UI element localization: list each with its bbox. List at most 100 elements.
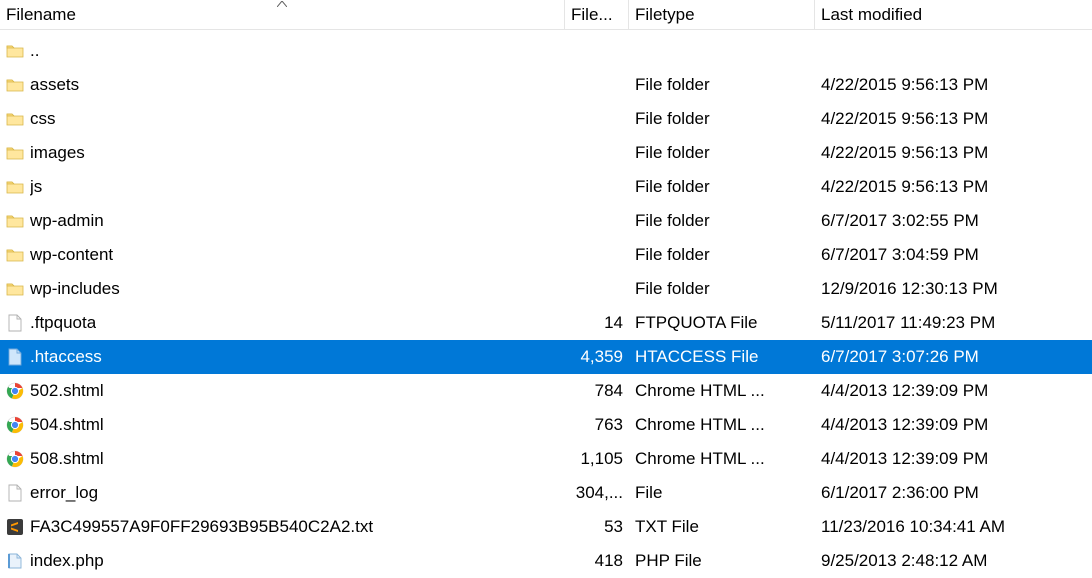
cell-last-modified: 6/7/2017 3:07:26 PM — [815, 340, 1077, 374]
last-modified-text: 6/7/2017 3:02:55 PM — [821, 211, 979, 231]
cell-filename: FA3C499557A9F0FF29693B95B540C2A2.txt — [0, 510, 565, 544]
cell-filesize: 784 — [565, 374, 629, 408]
cell-filetype: File folder — [629, 102, 815, 136]
last-modified-text: 4/22/2015 9:56:13 PM — [821, 177, 988, 197]
filetype-text: Chrome HTML ... — [635, 449, 765, 469]
column-header-filesize[interactable]: File... — [565, 0, 629, 29]
cell-last-modified: 6/1/2017 2:36:00 PM — [815, 476, 1077, 510]
file-row[interactable]: assetsFile folder4/22/2015 9:56:13 PM — [0, 68, 1092, 102]
cell-last-modified: 4/22/2015 9:56:13 PM — [815, 102, 1077, 136]
last-modified-text: 4/22/2015 9:56:13 PM — [821, 143, 988, 163]
cell-filename: error_log — [0, 476, 565, 510]
column-header-filetype[interactable]: Filetype — [629, 0, 815, 29]
file-row[interactable]: wp-adminFile folder6/7/2017 3:02:55 PM — [0, 204, 1092, 238]
filename-text: wp-includes — [30, 279, 120, 299]
filename-text: .ftpquota — [30, 313, 96, 333]
last-modified-text: 6/1/2017 2:36:00 PM — [821, 483, 979, 503]
filename-text: .. — [30, 41, 39, 61]
cell-filetype: File folder — [629, 238, 815, 272]
filesize-text: 304,... — [576, 483, 623, 503]
cell-last-modified: 4/22/2015 9:56:13 PM — [815, 68, 1077, 102]
column-header-row: Filename File... Filetype Last modified — [0, 0, 1092, 30]
chrome-icon — [6, 416, 24, 434]
cell-filetype: Chrome HTML ... — [629, 408, 815, 442]
cell-filename: .ftpquota — [0, 306, 565, 340]
file-icon — [6, 314, 24, 332]
cell-last-modified: 4/4/2013 12:39:09 PM — [815, 442, 1077, 476]
cell-filetype — [629, 34, 815, 68]
filetype-text: File folder — [635, 211, 710, 231]
file-row[interactable]: wp-includesFile folder12/9/2016 12:30:13… — [0, 272, 1092, 306]
cell-filename: images — [0, 136, 565, 170]
file-row[interactable]: 502.shtml784Chrome HTML ...4/4/2013 12:3… — [0, 374, 1092, 408]
file-row[interactable]: js File folder 4/22/2015 9:56:13 PM — [0, 170, 1092, 204]
cell-last-modified: 11/23/2016 10:34:41 AM — [815, 510, 1077, 544]
file-row[interactable]: wp-contentFile folder6/7/2017 3:04:59 PM — [0, 238, 1092, 272]
filetype-text: TXT File — [635, 517, 699, 537]
cell-last-modified: 4/4/2013 12:39:09 PM — [815, 374, 1077, 408]
cell-filesize — [565, 68, 629, 102]
cell-filename: assets — [0, 68, 565, 102]
cell-filesize: 1,105 — [565, 442, 629, 476]
filetype-text: Chrome HTML ... — [635, 381, 765, 401]
filename-text: 504.shtml — [30, 415, 104, 435]
column-header-last-modified[interactable]: Last modified — [815, 0, 1077, 29]
cell-filename: css — [0, 102, 565, 136]
file-row[interactable]: css File folder4/22/2015 9:56:13 PM — [0, 102, 1092, 136]
file-row[interactable]: .ftpquota14FTPQUOTA File5/11/2017 11:49:… — [0, 306, 1092, 340]
cell-filesize: 14 — [565, 306, 629, 340]
filetype-text: File — [635, 483, 662, 503]
column-label: File... — [571, 5, 613, 25]
filesize-text: 53 — [604, 517, 623, 537]
file-row[interactable]: 508.shtml 1,105 Chrome HTML ... 4/4/2013 12… — [0, 442, 1092, 476]
file-row[interactable]: error_log 304,... File 6/1/2017 2:36:00 PM — [0, 476, 1092, 510]
cell-filesize — [565, 272, 629, 306]
file-row[interactable]: index.php 418 PHP File 9/25/2013 2:48:12 AM — [0, 544, 1092, 578]
file-row[interactable]: images File folder 4/22/2015 9:56:13 PM — [0, 136, 1092, 170]
cell-filesize: 763 — [565, 408, 629, 442]
cell-last-modified: 4/22/2015 9:56:13 PM — [815, 136, 1077, 170]
column-label: Filename — [6, 5, 76, 25]
last-modified-text: 5/11/2017 11:49:23 PM — [821, 313, 995, 333]
cell-filename: 504.shtml — [0, 408, 565, 442]
filename-text: FA3C499557A9F0FF29693B95B540C2A2.txt — [30, 517, 373, 537]
cell-filetype: HTACCESS File — [629, 340, 815, 374]
filesize-text: 1,105 — [580, 449, 623, 469]
filename-text: assets — [30, 75, 79, 95]
file-icon — [6, 484, 24, 502]
cell-filetype: Chrome HTML ... — [629, 442, 815, 476]
cell-filetype: Chrome HTML ... — [629, 374, 815, 408]
cell-filesize — [565, 204, 629, 238]
filesize-text: 4,359 — [580, 347, 623, 367]
filename-text: js — [30, 177, 42, 197]
cell-last-modified: 4/4/2013 12:39:09 PM — [815, 408, 1077, 442]
filesize-text: 763 — [595, 415, 623, 435]
file-row[interactable]: FA3C499557A9F0FF29693B95B540C2A2.txt 53 TX… — [0, 510, 1092, 544]
folder-icon — [6, 144, 24, 162]
last-modified-text: 12/9/2016 12:30:13 PM — [821, 279, 998, 299]
cell-filename: index.php — [0, 544, 565, 578]
cell-filename: .. — [0, 34, 565, 68]
filetype-text: File folder — [635, 177, 710, 197]
filetype-text: File folder — [635, 143, 710, 163]
filename-text: index.php — [30, 551, 104, 571]
filetype-text: PHP File — [635, 551, 702, 571]
file-sel-icon — [6, 348, 24, 366]
file-row[interactable]: .. — [0, 34, 1092, 68]
last-modified-text: 4/4/2013 12:39:09 PM — [821, 449, 988, 469]
cell-filename: 508.shtml — [0, 442, 565, 476]
folder-icon — [6, 178, 24, 196]
cell-last-modified: 9/25/2013 2:48:12 AM — [815, 544, 1077, 578]
column-header-filename[interactable]: Filename — [0, 0, 565, 29]
php-icon — [6, 552, 24, 570]
filesize-text: 14 — [604, 313, 623, 333]
cell-filesize: 418 — [565, 544, 629, 578]
file-row[interactable]: 504.shtml 763 Chrome HTML ...4/4/2013 12:3… — [0, 408, 1092, 442]
file-list: ..assetsFile folder4/22/2015 9:56:13 PMc… — [0, 30, 1092, 578]
cell-last-modified: 6/7/2017 3:02:55 PM — [815, 204, 1077, 238]
chrome-icon — [6, 382, 24, 400]
last-modified-text: 6/7/2017 3:04:59 PM — [821, 245, 979, 265]
file-row[interactable]: .htaccess4,359HTACCESS File6/7/2017 3:07… — [0, 340, 1092, 374]
cell-filesize — [565, 102, 629, 136]
column-label: Filetype — [635, 5, 695, 25]
